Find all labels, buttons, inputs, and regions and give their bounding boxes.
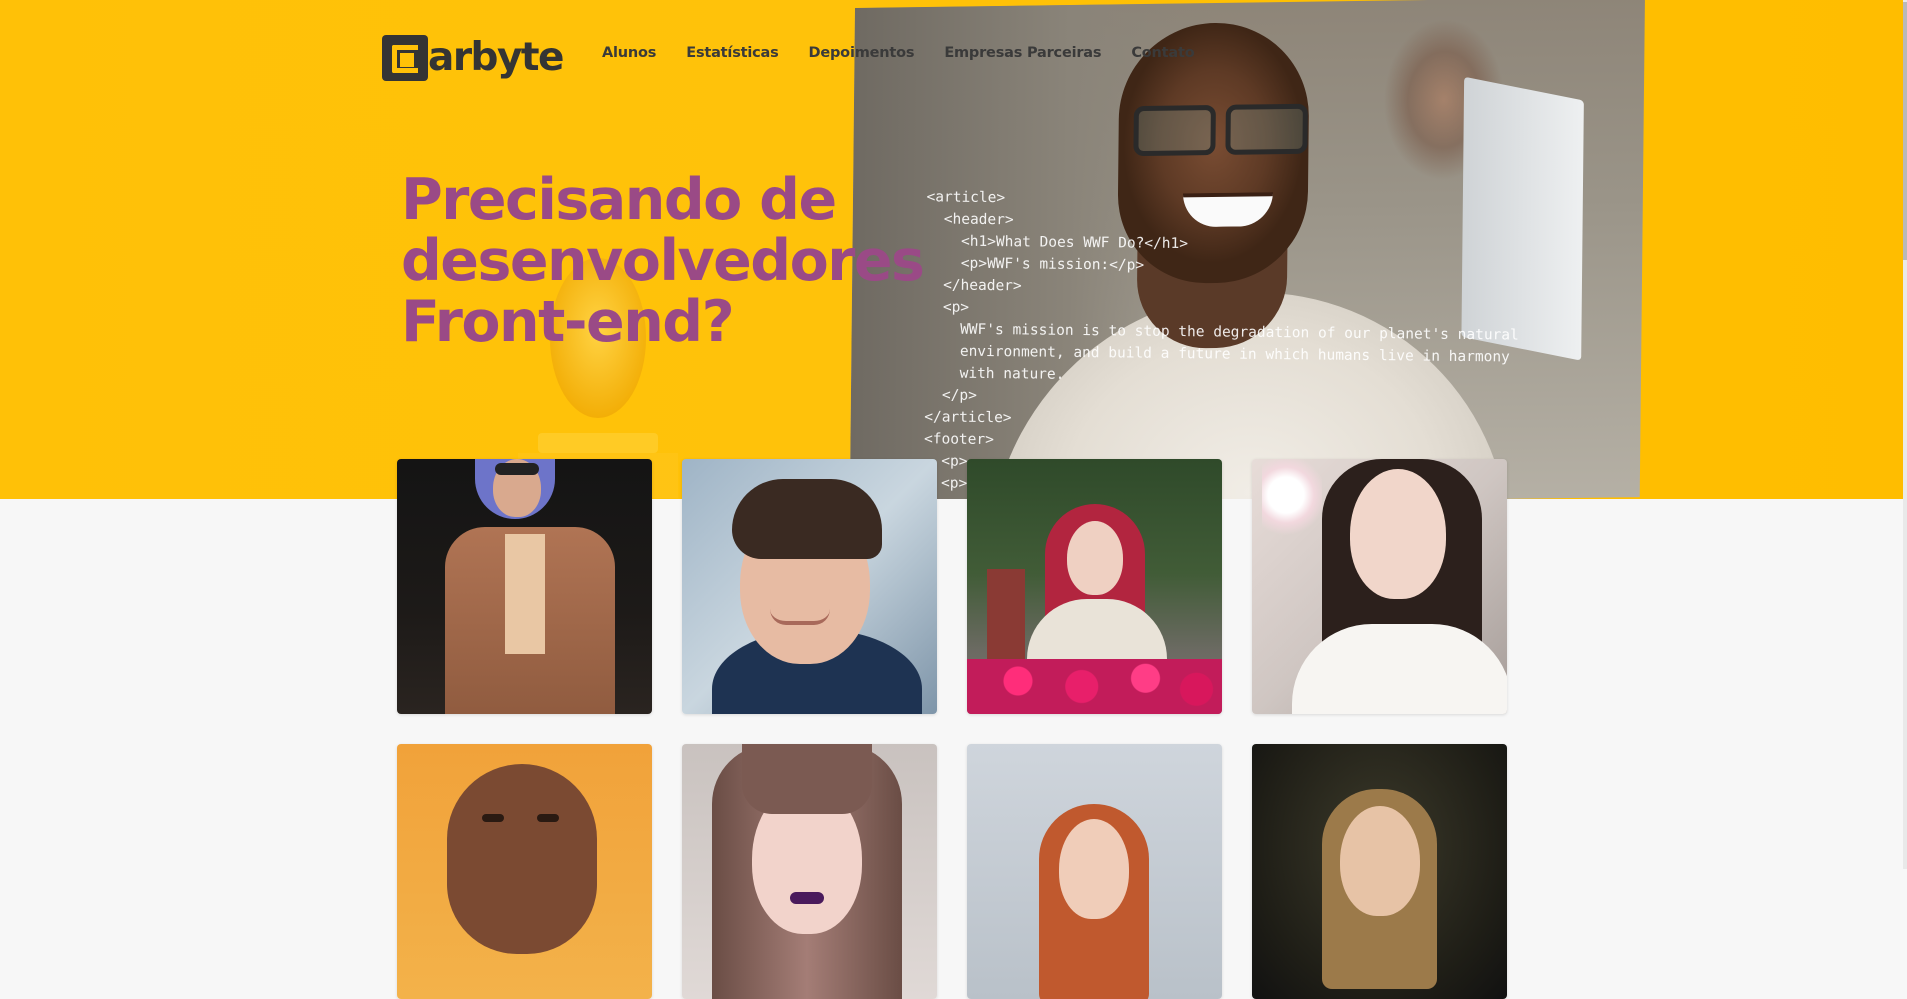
student-gallery [397, 459, 1507, 999]
nav-link-estatisticas[interactable]: Estatísticas [686, 45, 778, 61]
code-overlay: <article> <header> <h1>What Does WWF Do?… [923, 186, 1626, 499]
brand-logo[interactable]: arbyte [382, 33, 564, 83]
scrollbar-thumb[interactable] [1903, 2, 1907, 260]
nav-link-depoimentos[interactable]: Depoimentos [809, 45, 915, 61]
student-photo-2[interactable] [682, 459, 937, 714]
headline-line: Front-end? [401, 289, 735, 355]
headline-line: desenvolvedores [401, 228, 925, 294]
student-photo-4[interactable] [1252, 459, 1507, 714]
main-nav: Alunos Estatísticas Depoimentos Empresas… [602, 45, 1224, 61]
student-photo-5[interactable] [397, 744, 652, 999]
student-photo-8[interactable] [1252, 744, 1507, 999]
student-photo-6[interactable] [682, 744, 937, 999]
page-scrollbar[interactable] [1903, 0, 1907, 869]
nav-link-contato[interactable]: Contato [1131, 45, 1194, 61]
student-photo-1[interactable] [397, 459, 652, 714]
headline-line: Precisando de [401, 167, 837, 233]
nav-link-alunos[interactable]: Alunos [602, 45, 656, 61]
logo-mark-icon [382, 35, 428, 81]
logo-wordmark: arbyte [428, 35, 564, 80]
hero-headline: Precisando de desenvolvedores Front-end? [401, 170, 961, 353]
student-photo-3[interactable] [967, 459, 1222, 714]
nav-link-empresas-parceiras[interactable]: Empresas Parceiras [944, 45, 1101, 61]
student-photo-7[interactable] [967, 744, 1222, 999]
